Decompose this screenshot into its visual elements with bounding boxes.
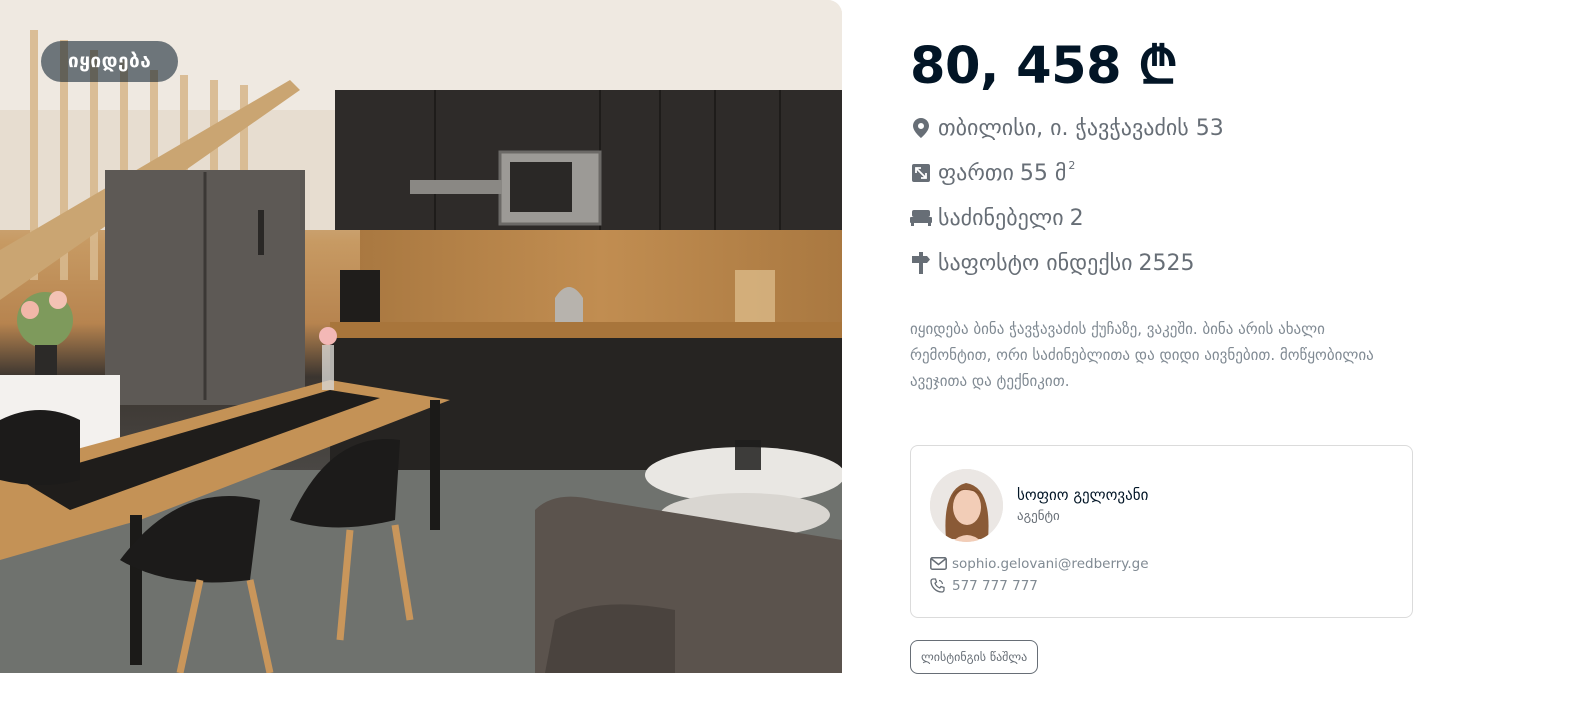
phone-icon: [930, 577, 947, 594]
area-row: ფართი 55 მ 2: [910, 158, 1075, 188]
zip-row: საფოსტო ინდექსი 2525: [910, 248, 1195, 278]
sale-status-badge: იყიდება: [41, 41, 179, 82]
area-value: 55 მ: [1019, 160, 1067, 186]
area-unit-superscript: 2: [1068, 158, 1076, 172]
address-text: თბილისი, ი. ჭავჭავაძის 53: [938, 115, 1224, 141]
bedrooms-row: საძინებელი 2: [910, 203, 1084, 233]
agent-name: სოფიო გელოვანი: [1017, 486, 1149, 504]
zip-value: 2525: [1138, 250, 1195, 276]
area-icon: [910, 162, 932, 184]
mail-icon: [930, 555, 947, 572]
bedrooms-label: საძინებელი: [938, 205, 1064, 231]
agent-avatar: [930, 469, 1003, 542]
zip-label: საფოსტო ინდექსი: [938, 250, 1133, 276]
bedrooms-value: 2: [1069, 205, 1084, 231]
agent-phone[interactable]: 577 777 777: [952, 578, 1038, 594]
delete-listing-button[interactable]: ლისტინგის წაშლა: [910, 640, 1039, 674]
location-pin-icon: [910, 117, 932, 139]
listing-photo: იყიდება: [0, 0, 842, 673]
agent-email[interactable]: sophio.gelovani@redberry.ge: [952, 556, 1149, 572]
kitchen-illustration: [0, 0, 842, 673]
listing-description: იყიდება ბინა ჭავჭავაძის ქუჩაზე, ვაკეში. …: [910, 320, 1374, 390]
agent-card: სოფიო გელოვანი აგენტი sophio.gelovani@re…: [910, 445, 1413, 618]
agent-role: აგენტი: [1017, 509, 1060, 524]
listing-price: 80, 458 ₾: [910, 37, 1178, 96]
signpost-icon: [910, 252, 932, 274]
area-label: ფართი: [938, 160, 1014, 186]
agent-phone-row: 577 777 777: [930, 577, 1038, 594]
bed-icon: [910, 207, 932, 229]
address-row: თბილისი, ი. ჭავჭავაძის 53: [910, 113, 1224, 143]
agent-email-row: sophio.gelovani@redberry.ge: [930, 555, 1149, 572]
